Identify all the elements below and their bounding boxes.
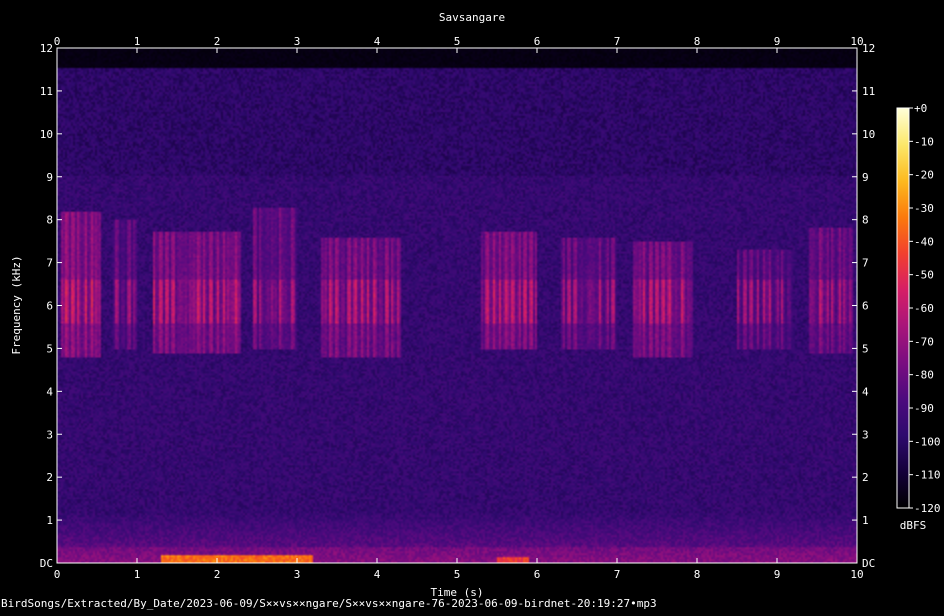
x-tick-label-top: 5 [454, 35, 461, 48]
y-tick-label-right: 11 [862, 85, 875, 98]
y-tick-label: 8 [46, 214, 53, 227]
y-tick-label: 4 [46, 385, 53, 398]
x-tick-label-top: 6 [534, 35, 541, 48]
y-tick-label: 1 [46, 514, 53, 527]
x-tick-label: 9 [774, 568, 781, 581]
y-tick-label-right: 4 [862, 385, 869, 398]
colorbar-tick-label: -120 [914, 502, 941, 515]
y-tick-label-right: 9 [862, 171, 869, 184]
colorbar-tick-label: +0 [914, 102, 927, 115]
colorbar-label: dBFS [900, 519, 927, 532]
x-tick-label: 3 [294, 568, 301, 581]
spectrogram-figure: Savsangare 0 0 1 1 2 2 3 3 4 4 5 5 6 6 7 7 8 8 9 9 10 10 DC DC… [0, 0, 944, 611]
x-tick-label: 8 [694, 568, 701, 581]
y-tick-label: 2 [46, 471, 53, 484]
x-tick-label-top: 3 [294, 35, 301, 48]
y-tick-label: 7 [46, 257, 53, 270]
y-tick-label: 3 [46, 428, 53, 441]
y-tick-label: 5 [46, 342, 53, 355]
colorbar-tick-label: -10 [914, 135, 934, 148]
x-tick-label: 0 [54, 568, 61, 581]
y-axis-label: Frequency (kHz) [10, 255, 23, 354]
y-tick-label-right: 3 [862, 428, 869, 441]
chart-title: Savsangare [439, 11, 505, 24]
y-tick-label-right: 5 [862, 342, 869, 355]
y-tick-label-right: 6 [862, 300, 869, 313]
y-tick-label-right: 10 [862, 128, 875, 141]
spectrogram-svg: Savsangare 001122334455667788991010 DC DC… [0, 0, 944, 611]
y-tick-label: DC [40, 557, 53, 570]
colorbar-tick-label: -30 [914, 202, 934, 215]
x-tick-label-top: 0 [54, 35, 61, 48]
colorbar-tick-label: -70 [914, 335, 934, 348]
colorbar-tick-label: -60 [914, 302, 934, 315]
x-tick-label: 1 [134, 568, 141, 581]
y-tick-label-right: 2 [862, 471, 869, 484]
colorbar-tick-label: -40 [914, 235, 934, 248]
x-tick-label-top: 7 [614, 35, 621, 48]
x-tick-label-top: 2 [214, 35, 221, 48]
y-tick-label: 11 [40, 85, 53, 98]
x-tick-label: 4 [374, 568, 381, 581]
y-tick-label: 12 [40, 42, 53, 55]
x-tick-label: 2 [214, 568, 221, 581]
x-tick-label-top: 1 [134, 35, 141, 48]
colorbar-tick-label: -80 [914, 369, 934, 382]
colorbar-tick-label: -100 [914, 435, 941, 448]
y-tick-label: 10 [40, 128, 53, 141]
y-tick-label-right: 8 [862, 214, 869, 227]
colorbar-tick-label: -90 [914, 402, 934, 415]
y-tick-label-right: 12 [862, 42, 875, 55]
x-tick-label: 5 [454, 568, 461, 581]
spectrogram-heatmap [57, 48, 857, 563]
colorbar-tick-label: -20 [914, 169, 934, 182]
colorbar-tick-label: -110 [914, 469, 941, 482]
x-tick-label: 6 [534, 568, 541, 581]
x-tick-label-top: 4 [374, 35, 381, 48]
x-tick-label-top: 9 [774, 35, 781, 48]
colorbar-tick-label: -50 [914, 269, 934, 282]
y-tick-label-right: DC [862, 557, 875, 570]
y-tick-label: 9 [46, 171, 53, 184]
footer-filepath: BirdSongs/Extracted/By_Date/2023-06-09/S… [1, 597, 657, 610]
y-tick-label-right: 1 [862, 514, 869, 527]
x-tick-label: 7 [614, 568, 621, 581]
y-tick-label-right: 7 [862, 257, 869, 270]
x-tick-label-top: 8 [694, 35, 701, 48]
y-tick-label: 6 [46, 300, 53, 313]
colorbar [896, 107, 910, 509]
